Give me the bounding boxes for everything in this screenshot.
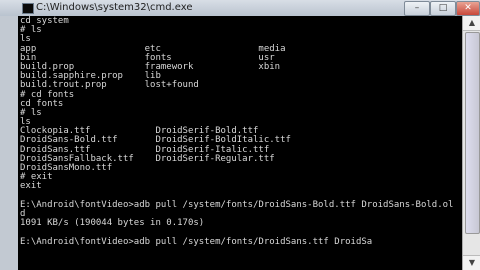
console-line: exit xyxy=(20,181,42,192)
console-line: 1091 KB/s (190044 bytes in 0.170s) xyxy=(20,218,205,229)
console-line: cd system xyxy=(20,16,69,26)
cmd-icon xyxy=(22,3,34,14)
maximize-button[interactable]: □ xyxy=(430,1,456,16)
scroll-down-arrow-icon[interactable]: ▼ xyxy=(463,255,480,270)
console-output[interactable]: cd system # ls ls app etc media bin fonts us… xyxy=(18,16,462,270)
minimize-button[interactable]: – xyxy=(404,1,430,16)
console-line: # cd fonts xyxy=(20,89,75,100)
title-bar[interactable]: C:\Windows\system32\cmd.exe – □ ✕ xyxy=(0,0,480,17)
console-line: # ls xyxy=(20,25,42,36)
close-button[interactable]: ✕ xyxy=(456,1,480,16)
vertical-scrollbar[interactable]: ▲ ▼ xyxy=(462,16,480,270)
scroll-up-arrow-icon[interactable]: ▲ xyxy=(463,16,480,31)
console-line: E:\Android\fontVideo>adb pull /system/fo… xyxy=(20,236,373,247)
window-title: C:\Windows\system32\cmd.exe xyxy=(36,2,193,13)
console-line: # ls xyxy=(20,107,42,118)
console-line: E:\Android\fontVideo>adb pull /system/fo… xyxy=(20,199,454,210)
scroll-thumb[interactable] xyxy=(465,32,480,234)
cmd-window: C:\Windows\system32\cmd.exe – □ ✕ cd sys… xyxy=(0,0,480,270)
console-line: # exit xyxy=(20,172,53,183)
console-line: DroidSansMono.ttf xyxy=(20,163,113,173)
console-line: build.trout.prop lost+found xyxy=(20,80,199,91)
window-left-border xyxy=(0,16,18,270)
console-text: cd system # ls ls app etc media bin fonts us… xyxy=(18,16,462,248)
console-line: cd fonts xyxy=(20,98,64,109)
